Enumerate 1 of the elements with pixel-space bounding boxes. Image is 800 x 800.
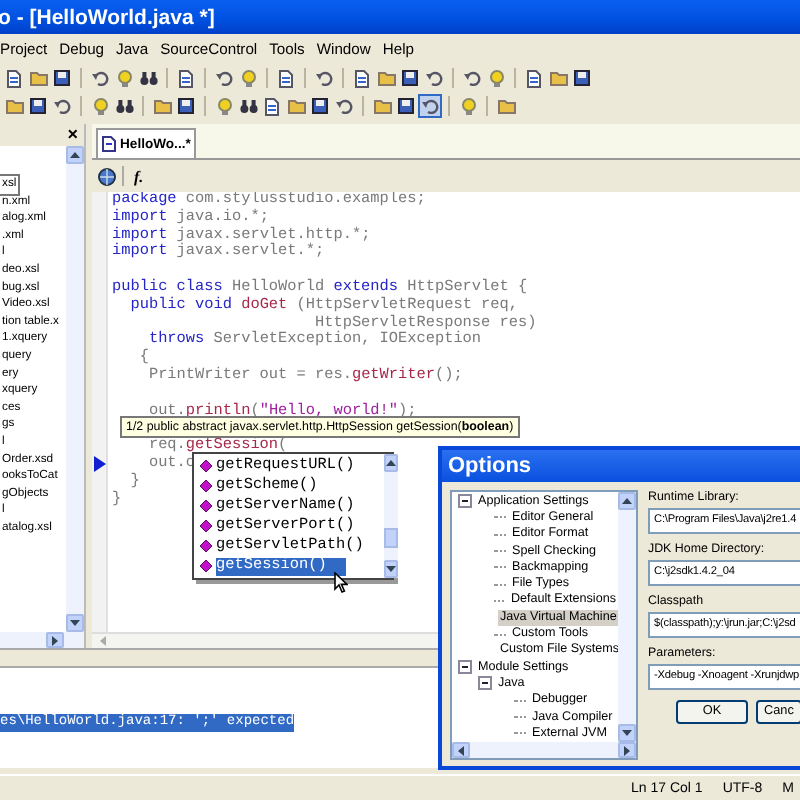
dialog-title: Options [448,453,532,478]
